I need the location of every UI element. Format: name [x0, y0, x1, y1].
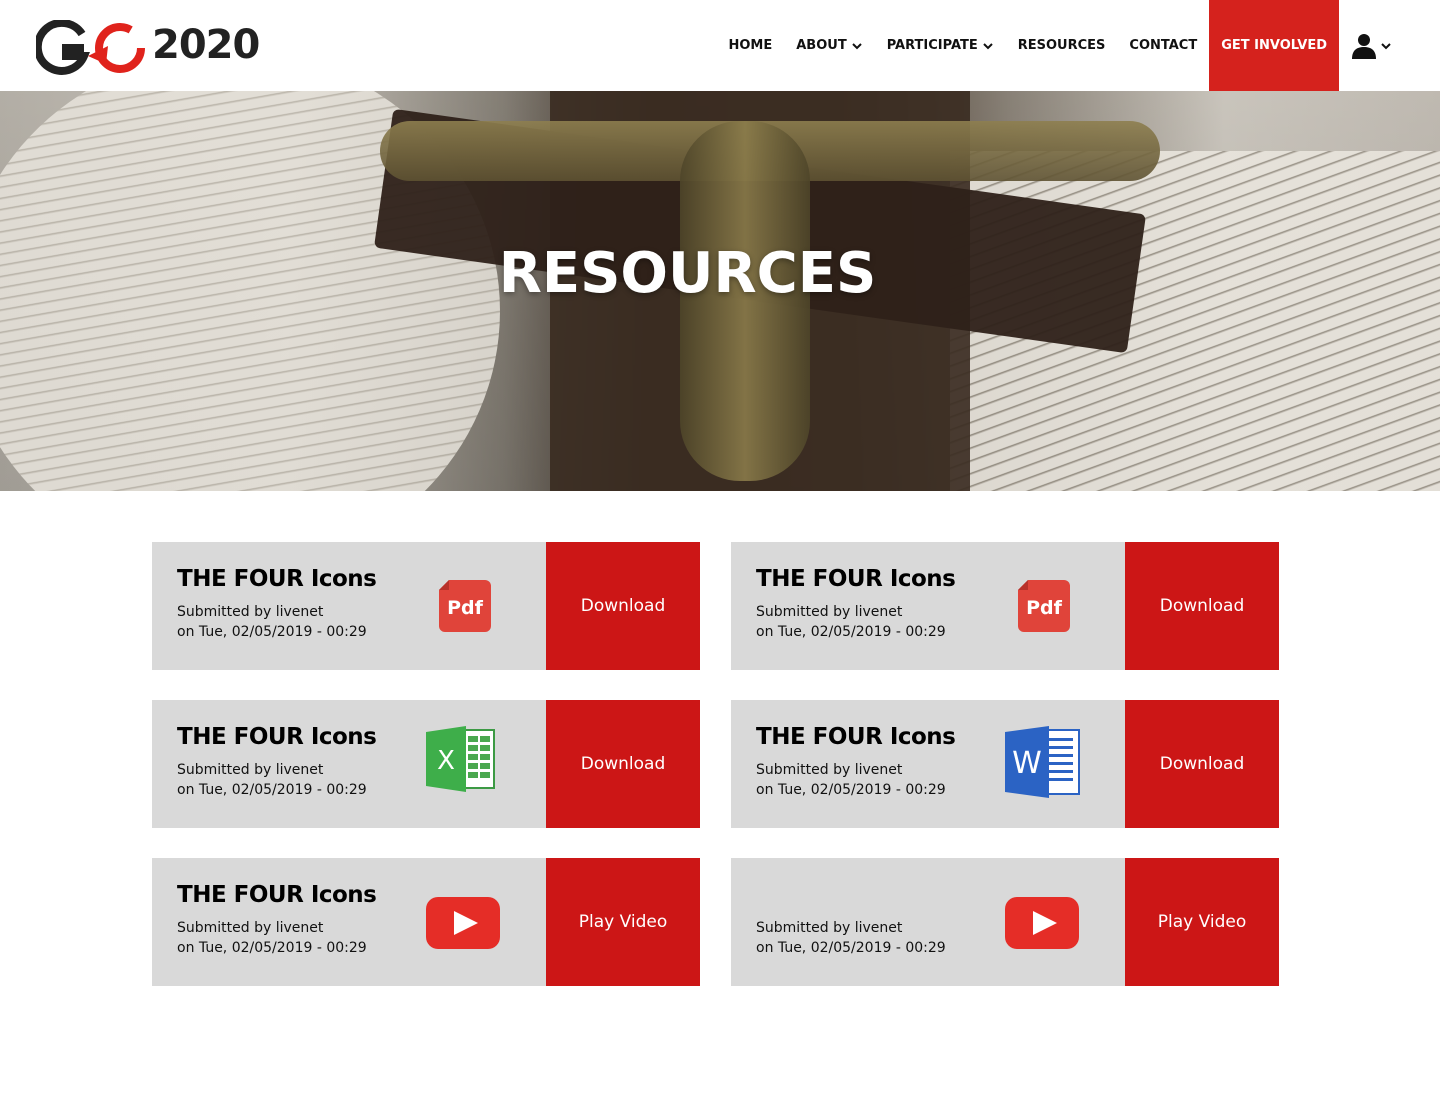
nav-resources[interactable]: RESOURCES: [1006, 0, 1118, 91]
card-date: on Tue, 02/05/2019 - 00:29: [177, 940, 367, 956]
word-icon: W: [1005, 726, 1081, 802]
chevron-down-icon: [983, 42, 993, 49]
resource-card: THE FOUR Icons Submitted by livenet on T…: [152, 542, 700, 670]
card-date: on Tue, 02/05/2019 - 00:29: [756, 782, 946, 798]
page-title: RESOURCES: [498, 241, 877, 306]
card-meta: Submitted by livenet on Tue, 02/05/2019 …: [756, 918, 946, 958]
card-date: on Tue, 02/05/2019 - 00:29: [756, 624, 946, 640]
pdf-icon-label: Pdf: [447, 597, 484, 619]
download-button[interactable]: Download: [1125, 700, 1279, 828]
card-title: THE FOUR Icons: [177, 882, 377, 908]
card-title: THE FOUR Icons: [177, 566, 377, 592]
chevron-down-icon: [1381, 42, 1391, 49]
nav-contact[interactable]: CONTACT: [1117, 0, 1209, 91]
pdf-icon: Pdf: [1018, 580, 1070, 636]
card-meta: Submitted by livenet on Tue, 02/05/2019 …: [756, 602, 946, 642]
main-nav: HOME ABOUT PARTICIPATE RESOURCES CONTACT…: [717, 0, 1393, 91]
nav-home[interactable]: HOME: [717, 0, 785, 91]
nav-about[interactable]: ABOUT: [784, 0, 874, 91]
user-menu[interactable]: [1339, 0, 1392, 91]
download-button[interactable]: Download: [546, 542, 700, 670]
play-video-button[interactable]: Play Video: [1125, 858, 1279, 986]
card-submitted: Submitted by livenet: [177, 762, 324, 778]
resource-card: THE FOUR Icons Submitted by livenet on T…: [152, 700, 700, 828]
card-date: on Tue, 02/05/2019 - 00:29: [177, 624, 367, 640]
youtube-icon: [426, 897, 500, 953]
nav-participate[interactable]: PARTICIPATE: [875, 0, 1006, 91]
card-submitted: Submitted by livenet: [756, 920, 903, 936]
card-meta: Submitted by livenet on Tue, 02/05/2019 …: [756, 760, 946, 800]
download-button[interactable]: Download: [546, 700, 700, 828]
go-logo-mark: [33, 18, 145, 75]
card-submitted: Submitted by livenet: [756, 604, 903, 620]
resource-card: THE FOUR Icons Submitted by livenet on T…: [152, 858, 700, 986]
resource-card: Submitted by livenet on Tue, 02/05/2019 …: [731, 858, 1279, 986]
user-icon: [1352, 33, 1376, 59]
card-submitted: Submitted by livenet: [177, 604, 324, 620]
card-date: on Tue, 02/05/2019 - 00:29: [756, 940, 946, 956]
chevron-down-icon: [851, 42, 862, 49]
download-button[interactable]: Download: [1125, 542, 1279, 670]
excel-icon: X: [426, 726, 496, 796]
resource-card: THE FOUR Icons Submitted by livenet on T…: [731, 542, 1279, 670]
nav-contact-label: CONTACT: [1129, 38, 1198, 53]
hero-banner: RESOURCES: [0, 91, 1440, 491]
card-title: THE FOUR Icons: [756, 724, 956, 750]
play-video-button[interactable]: Play Video: [546, 858, 700, 986]
word-icon-label: W: [1012, 746, 1042, 781]
card-title: THE FOUR Icons: [756, 566, 956, 592]
nav-home-label: HOME: [728, 38, 773, 53]
card-date: on Tue, 02/05/2019 - 00:29: [177, 782, 367, 798]
card-meta: Submitted by livenet on Tue, 02/05/2019 …: [177, 918, 367, 958]
resource-card: THE FOUR Icons Submitted by livenet on T…: [731, 700, 1279, 828]
logo-text: 2020: [152, 22, 260, 68]
card-meta: Submitted by livenet on Tue, 02/05/2019 …: [177, 760, 367, 800]
card-title: THE FOUR Icons: [177, 724, 377, 750]
pdf-icon-label: Pdf: [1026, 597, 1063, 619]
excel-icon-label: X: [437, 746, 455, 776]
nav-about-label: ABOUT: [796, 38, 847, 53]
card-submitted: Submitted by livenet: [756, 762, 903, 778]
site-header: 2020 HOME ABOUT PARTICIPATE RESOURCES CO…: [0, 0, 1440, 91]
nav-resources-label: RESOURCES: [1017, 38, 1106, 53]
nav-get-involved-label: GET INVOLVED: [1221, 38, 1327, 53]
nav-get-involved[interactable]: GET INVOLVED: [1209, 0, 1339, 91]
youtube-icon: [1005, 897, 1079, 953]
card-meta: Submitted by livenet on Tue, 02/05/2019 …: [177, 602, 367, 642]
nav-participate-label: PARTICIPATE: [886, 38, 978, 53]
card-submitted: Submitted by livenet: [177, 920, 324, 936]
pdf-icon: Pdf: [439, 580, 491, 636]
